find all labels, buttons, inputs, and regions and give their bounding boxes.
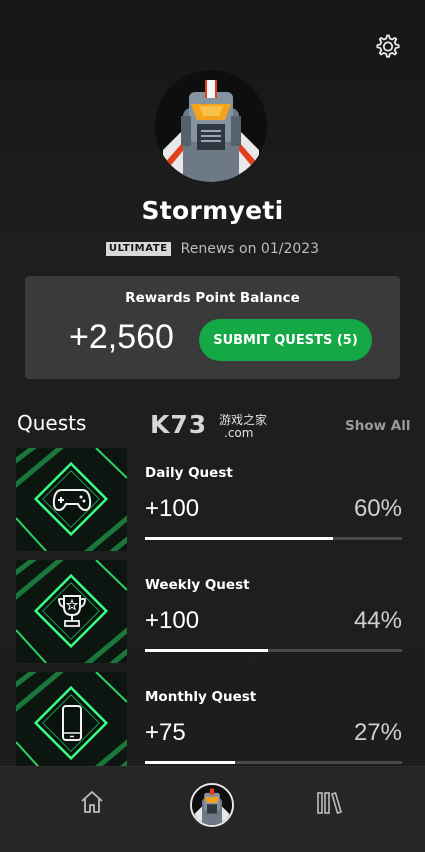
quests-heading: Quests <box>17 411 87 435</box>
bottom-nav <box>0 766 425 852</box>
renewal-text: Renews on 01/2023 <box>180 241 320 257</box>
quest-name: Daily Quest <box>145 465 233 481</box>
watermark-brand: K73 <box>150 410 208 439</box>
rewards-card: Rewards Point Balance +2,560 SUBMIT QUES… <box>25 276 400 379</box>
quest-tile <box>16 672 127 775</box>
quest-progress-bar <box>145 649 402 652</box>
membership-row: ULTIMATE Renews on 01/2023 <box>0 239 425 259</box>
phone-icon <box>60 704 84 742</box>
quest-progress-bar <box>145 537 402 540</box>
quest-tile <box>16 448 127 551</box>
quest-points: +100 <box>145 495 200 522</box>
quest-name: Weekly Quest <box>145 577 250 593</box>
membership-badge: ULTIMATE <box>105 242 171 256</box>
points-balance: +2,560 <box>69 318 174 356</box>
home-icon[interactable] <box>79 789 105 815</box>
quest-points: +100 <box>145 607 200 634</box>
quest-points: +75 <box>145 719 186 746</box>
quest-percent: 60% <box>353 495 402 522</box>
profile-avatar-icon[interactable] <box>190 783 234 827</box>
username: Stormyeti <box>141 196 284 225</box>
watermark-domain: .com <box>224 426 254 440</box>
profile-avatar[interactable] <box>155 70 267 182</box>
quest-progress-bar <box>145 761 402 764</box>
quest-progress-fill <box>145 537 333 540</box>
library-icon[interactable] <box>316 791 344 815</box>
quest-percent: 27% <box>353 719 402 746</box>
quest-progress-fill <box>145 649 269 652</box>
quest-row-weekly[interactable]: Weekly Quest +100 44% <box>0 560 425 664</box>
rewards-title: Rewards Point Balance <box>125 290 300 306</box>
quest-row-monthly[interactable]: Monthly Quest +75 27% <box>0 672 425 776</box>
app-screen: Stormyeti ULTIMATE Renews on 01/2023 Rew… <box>0 0 425 852</box>
quest-progress-fill <box>145 761 235 764</box>
quest-percent: 44% <box>353 607 402 634</box>
gamepad-icon <box>52 484 92 514</box>
quest-tile <box>16 560 127 663</box>
quest-name: Monthly Quest <box>145 689 257 705</box>
trophy-icon <box>56 593 88 629</box>
watermark-logo: K73 游戏之家 .com <box>150 410 280 442</box>
quest-row-daily[interactable]: Daily Quest +100 60% <box>0 448 425 552</box>
gear-icon[interactable] <box>372 32 402 62</box>
show-all-link[interactable]: Show All <box>345 418 410 434</box>
submit-quests-button[interactable]: SUBMIT QUESTS (5) <box>199 319 372 361</box>
